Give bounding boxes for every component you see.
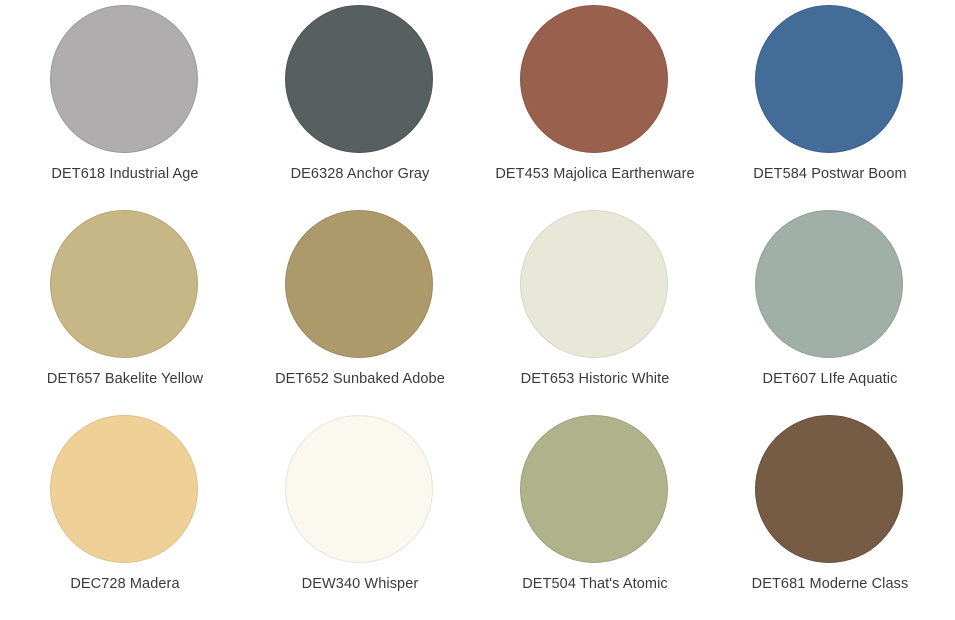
swatch-label: DEC728 Madera — [70, 576, 180, 592]
swatch-life-aquatic[interactable]: DET607 LIfe Aquatic — [715, 205, 945, 395]
swatch-historic-white[interactable]: DET653 Historic White — [480, 205, 710, 395]
swatch-postwar-boom[interactable]: DET584 Postwar Boom — [715, 0, 945, 190]
color-chip[interactable] — [285, 415, 433, 563]
swatch-whisper[interactable]: DEW340 Whisper — [245, 410, 475, 600]
swatch-thats-atomic[interactable]: DET504 That's Atomic — [480, 410, 710, 600]
color-chip[interactable] — [520, 5, 668, 153]
color-chip[interactable] — [755, 5, 903, 153]
swatch-sunbaked-adobe[interactable]: DET652 Sunbaked Adobe — [245, 205, 475, 395]
color-chip[interactable] — [520, 210, 668, 358]
swatch-label: DET652 Sunbaked Adobe — [275, 371, 445, 387]
color-chip[interactable] — [755, 415, 903, 563]
swatch-label: DE6328 Anchor Gray — [290, 166, 430, 182]
color-chip[interactable] — [755, 210, 903, 358]
swatch-label: DET657 Bakelite Yellow — [46, 371, 204, 387]
color-chip[interactable] — [50, 415, 198, 563]
swatch-bakelite-yellow[interactable]: DET657 Bakelite Yellow — [10, 205, 240, 395]
swatch-label: DET504 That's Atomic — [522, 576, 668, 592]
swatch-label: DET584 Postwar Boom — [753, 166, 907, 182]
swatch-moderne-class[interactable]: DET681 Moderne Class — [715, 410, 945, 600]
swatch-industrial-age[interactable]: DET618 Industrial Age — [10, 0, 240, 190]
color-chip[interactable] — [50, 5, 198, 153]
color-chip[interactable] — [50, 210, 198, 358]
swatch-majolica-earthenware[interactable]: DET453 Majolica Earthenware — [480, 0, 710, 190]
swatch-label: DET618 Industrial Age — [51, 166, 199, 182]
color-chip[interactable] — [285, 5, 433, 153]
swatch-label: DEW340 Whisper — [301, 576, 419, 592]
swatch-label: DET607 LIfe Aquatic — [762, 371, 898, 387]
swatch-anchor-gray[interactable]: DE6328 Anchor Gray — [245, 0, 475, 190]
color-swatch-grid: DET618 Industrial Age DE6328 Anchor Gray… — [0, 0, 955, 620]
swatch-label: DET653 Historic White — [520, 371, 670, 387]
swatch-madera[interactable]: DEC728 Madera — [10, 410, 240, 600]
swatch-label: DET681 Moderne Class — [751, 576, 909, 592]
swatch-label: DET453 Majolica Earthenware — [495, 166, 695, 182]
color-chip[interactable] — [520, 415, 668, 563]
color-chip[interactable] — [285, 210, 433, 358]
